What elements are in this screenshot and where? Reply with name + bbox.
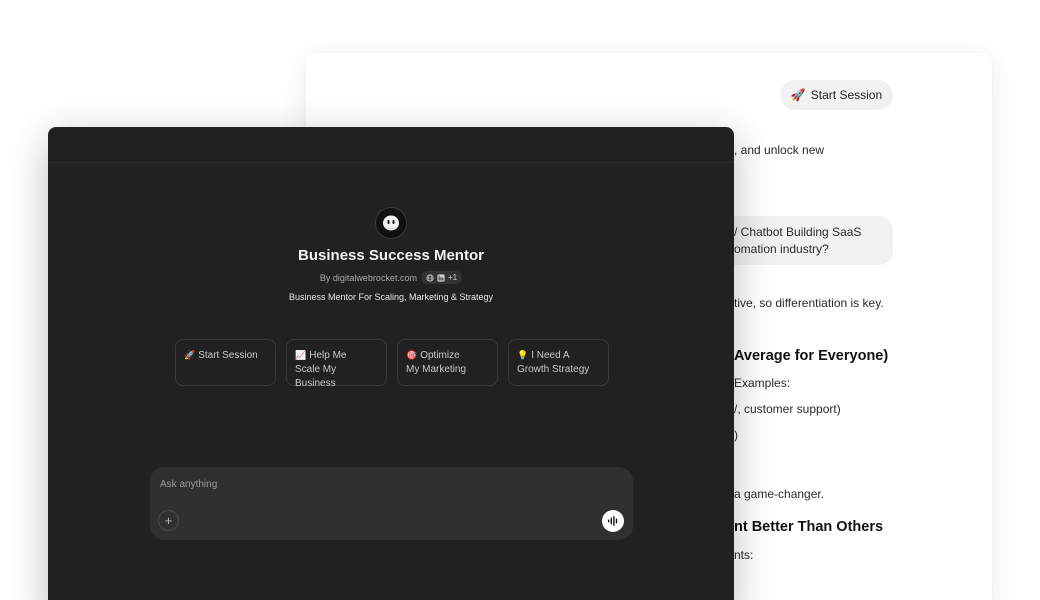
starter-growth-strategy[interactable]: 💡 I Need A Growth Strategy xyxy=(508,339,609,386)
lightbulb-icon: 💡 xyxy=(517,350,529,360)
response-heading: Average for Everyone) xyxy=(734,348,889,364)
globe-icon xyxy=(426,273,434,282)
starter-scale-business[interactable]: 📈 Help Me Scale My Business xyxy=(286,339,387,389)
attach-button[interactable]: + xyxy=(158,510,179,531)
gpt-description: Business Mentor For Scaling, Marketing &… xyxy=(288,292,494,302)
social-links-chip[interactable]: +1 xyxy=(420,271,463,284)
gpt-title: Business Success Mentor xyxy=(298,247,484,264)
starter-label: Optimize xyxy=(420,350,460,361)
gpt-author-row: By digitalwebrocket.com +1 xyxy=(48,271,734,284)
gpt-chat-window: Business Success Mentor By digitalwebroc… xyxy=(48,127,734,600)
window-top-bar xyxy=(48,127,734,163)
starter-label: I Need A xyxy=(531,350,570,361)
user-message-line: / Chatbot Building SaaS xyxy=(734,225,862,239)
desktop-stage: 🚀 Start Session , and unlock new / Chatb… xyxy=(0,0,1040,600)
starter-start-session[interactable]: 🚀 Start Session xyxy=(175,339,276,386)
message-input[interactable] xyxy=(160,475,600,493)
starter-label: Help Me xyxy=(309,350,347,361)
rocket-icon: 🚀 xyxy=(790,88,806,102)
rocket-icon: 🚀 xyxy=(184,350,196,360)
response-text-line: a game-changer. xyxy=(734,487,825,501)
response-text-line: , and unlock new xyxy=(734,143,825,157)
conversation-starters: 🚀 Start Session 📈 Help Me Scale My Busines… xyxy=(175,339,609,389)
voice-mode-button[interactable] xyxy=(602,510,624,532)
start-session-pill[interactable]: 🚀 Start Session xyxy=(780,80,893,110)
user-message-bubble xyxy=(708,216,893,265)
starter-label-line2: My Marketing xyxy=(406,364,467,375)
author-label[interactable]: By digitalwebrocket.com xyxy=(320,273,417,283)
starter-optimize-marketing[interactable]: 🎯 Optimize My Marketing xyxy=(397,339,498,386)
start-session-label: Start Session xyxy=(810,88,883,102)
response-text-line: Examples: xyxy=(734,376,791,390)
starter-label-line2: Scale My Business xyxy=(295,364,337,389)
response-text-line: ) xyxy=(734,428,738,442)
linkedin-icon xyxy=(437,273,445,282)
social-count: +1 xyxy=(447,273,458,282)
starter-label-line2: Growth Strategy xyxy=(517,364,590,375)
message-composer: + xyxy=(150,467,633,540)
plus-icon: + xyxy=(164,513,173,528)
response-heading: nt Better Than Others xyxy=(734,519,884,535)
response-text-line: nts: xyxy=(734,548,754,562)
response-text-line: /, customer support) xyxy=(734,402,841,416)
chart-increasing-icon: 📈 xyxy=(295,350,307,360)
response-text-line: tive, so differentiation is key. xyxy=(734,296,884,310)
robot-face-icon xyxy=(383,215,399,231)
starter-label: Start Session xyxy=(198,350,258,361)
target-icon: 🎯 xyxy=(406,350,418,360)
user-message-line: omation industry? xyxy=(734,242,829,256)
gpt-avatar xyxy=(375,207,407,239)
voice-waveform-icon xyxy=(608,516,618,526)
